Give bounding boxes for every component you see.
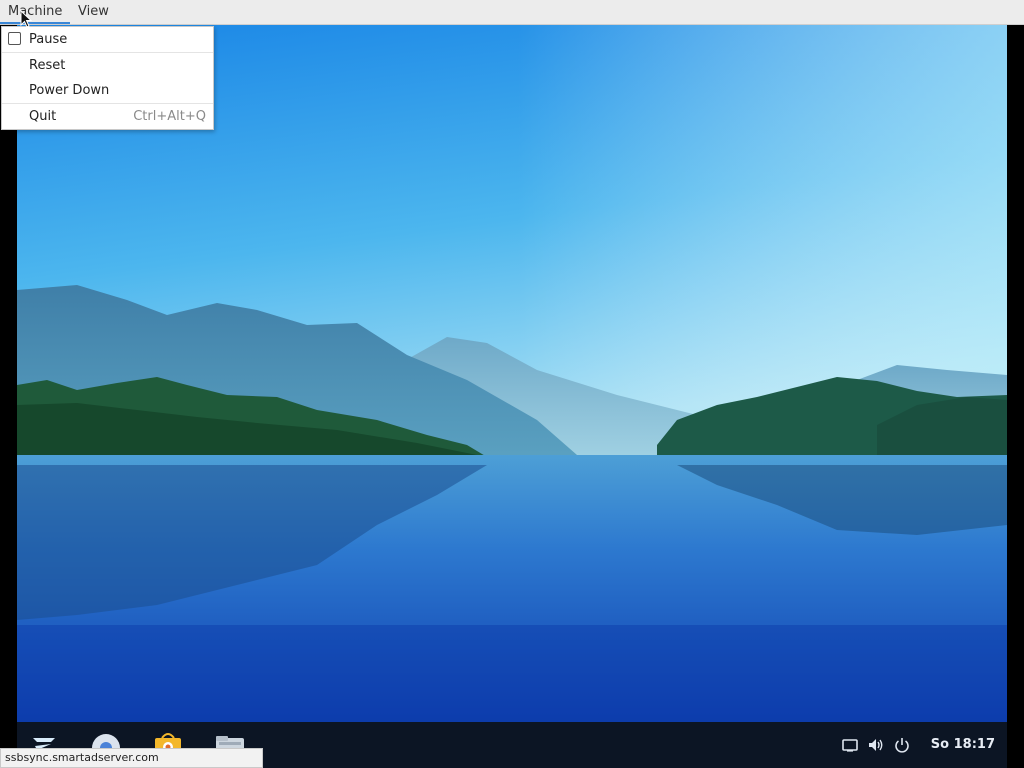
clock[interactable]: So 18:17 <box>931 722 995 768</box>
menu-item-label: Power Down <box>29 83 110 98</box>
menu-item-pause[interactable]: Pause <box>2 27 213 52</box>
menu-item-power-down[interactable]: Power Down <box>2 78 213 103</box>
display-icon[interactable] <box>840 735 860 755</box>
volume-icon[interactable] <box>866 735 886 755</box>
menu-machine[interactable]: Machine <box>0 0 71 24</box>
menu-item-quit[interactable]: Quit Ctrl+Alt+Q <box>2 104 213 129</box>
menu-view[interactable]: View <box>70 0 117 24</box>
system-tray <box>837 722 915 768</box>
menu-item-label: Pause <box>29 32 68 47</box>
power-icon[interactable] <box>892 735 912 755</box>
machine-menu-dropdown: Pause Reset Power Down Quit Ctrl+Alt+Q <box>1 26 214 130</box>
mouse-cursor-icon <box>20 10 32 28</box>
menu-item-label: Quit <box>29 109 57 124</box>
status-bar: ssbsync.smartadserver.com <box>0 748 263 768</box>
menu-item-label: Reset <box>29 58 66 73</box>
menubar: Machine View <box>0 0 1024 25</box>
pause-checkbox[interactable] <box>8 32 21 45</box>
menu-item-reset[interactable]: Reset <box>2 53 213 78</box>
quit-shortcut: Ctrl+Alt+Q <box>133 109 206 124</box>
